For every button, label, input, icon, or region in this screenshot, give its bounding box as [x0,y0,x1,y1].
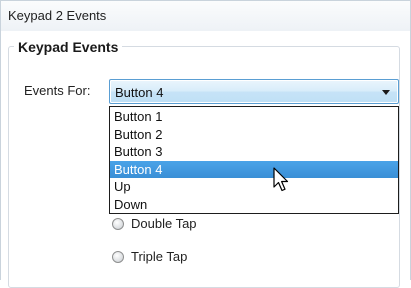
groupbox-title: Keypad Events [14,39,123,55]
double-tap-radio[interactable] [112,217,124,230]
dropdown-option-up[interactable]: Up [110,178,398,196]
events-for-dropdown-list[interactable]: Button 1 Button 2 Button 3 Button 4 Up D… [109,106,399,214]
dropdown-option-button-4[interactable]: Button 4 [110,160,398,178]
combobox-selected-value: Button 4 [115,85,164,100]
mouse-pointer-icon [273,167,289,192]
triple-tap-radio[interactable] [112,250,124,263]
triple-tap-label[interactable]: Triple Tap [131,249,187,264]
events-for-combobox[interactable]: Button 4 [109,79,399,104]
dropdown-option-button-1[interactable]: Button 1 [110,108,398,126]
double-tap-label[interactable]: Double Tap [131,216,197,231]
dropdown-option-down[interactable]: Down [110,196,398,214]
chevron-down-icon[interactable] [382,90,390,95]
double-tap-option[interactable]: Double Tap [112,216,197,231]
dropdown-option-button-3[interactable]: Button 3 [110,143,398,161]
window-header: Keypad 2 Events [0,0,411,32]
window-title: Keypad 2 Events [8,8,107,23]
triple-tap-option[interactable]: Triple Tap [112,249,187,264]
dropdown-option-button-2[interactable]: Button 2 [110,126,398,144]
events-for-label: Events For: [24,83,91,98]
